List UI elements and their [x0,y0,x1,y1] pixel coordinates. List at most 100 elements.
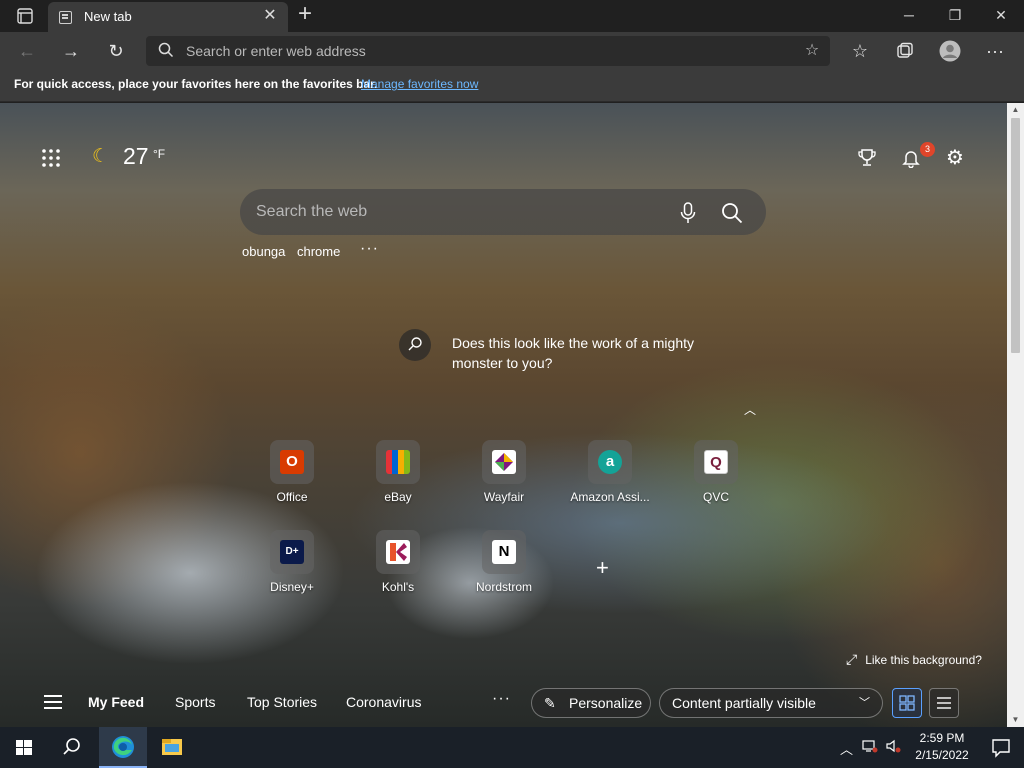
amazon-assistant-logo-icon: a [598,450,622,474]
search-history-item[interactable]: chrome [297,244,340,259]
clock-date: 2/15/2022 [915,748,969,762]
list-layout-button[interactable] [929,688,959,718]
scrollbar-thumb[interactable] [1011,118,1020,353]
volume-muted-icon[interactable] [886,739,902,756]
taskbar-search-icon[interactable] [48,727,96,768]
tab-actions-menu-icon[interactable] [10,6,38,26]
feed-tab-coronavirus[interactable]: Coronavirus [346,694,421,710]
favorites-bar-message: For quick access, place your favorites h… [14,77,378,91]
new-tab-button[interactable]: + [293,2,317,27]
windows-taskbar: ︿ 2:59 PM 2/15/2022 [0,727,1024,768]
favorites-bar: For quick access, place your favorites h… [0,70,1024,102]
background-fact-text: Does this look like the work of a mighty… [452,335,694,371]
feed-menu-icon[interactable] [44,695,62,709]
personalize-label: Personalize [569,695,643,711]
feed-more-icon[interactable]: ··· [492,690,511,708]
expand-arrows-icon: ⤢ [846,651,858,667]
feed-tab-sports[interactable]: Sports [175,694,215,710]
quick-link-office[interactable]: O Office [244,440,340,520]
edge-browser-icon[interactable] [99,727,147,768]
toolbar: ← → ↻ ☆ ☆ ··· [0,32,1024,70]
content-visibility-dropdown[interactable]: Content partially visible ﹀ [659,688,883,718]
newtab-favicon-icon [59,11,72,24]
feed-tab-top-stories[interactable]: Top Stories [247,694,317,710]
weather-temperature[interactable]: 27 [123,143,149,170]
web-search-input[interactable] [256,189,656,235]
qvc-logo-icon: Q [704,450,728,474]
pencil-icon: ✎ [544,695,556,711]
app-launcher-icon[interactable] [40,147,62,169]
close-tab-icon[interactable]: ✕ [260,6,280,26]
file-explorer-icon[interactable] [148,727,196,768]
scroll-down-icon[interactable]: ▼ [1007,713,1024,727]
clock-time: 2:59 PM [919,731,965,745]
info-search-icon [399,329,431,361]
restore-button[interactable]: ❐ [932,0,978,30]
quick-link-wayfair[interactable]: Wayfair [456,440,552,520]
collapse-chevron-up-icon[interactable]: ︿ [744,401,756,418]
moon-icon[interactable]: ☾ [92,145,109,168]
nordstrom-logo-icon: N [492,540,516,564]
scroll-up-icon[interactable]: ▲ [1007,103,1024,117]
page-scrollbar[interactable]: ▲ ▼ [1007,103,1024,727]
search-history-item[interactable]: obunga [242,244,285,259]
search-submit-icon[interactable] [721,202,743,224]
microphone-icon[interactable] [678,202,698,224]
profile-avatar-icon[interactable] [935,36,965,66]
quick-link-label: Wayfair [483,490,525,504]
quick-link-label: Amazon Assi... [570,490,650,504]
feed-tab-my-feed[interactable]: My Feed [88,694,144,710]
show-hidden-icons-icon[interactable]: ︿ [840,739,853,758]
tab-title: New tab [84,9,132,24]
quick-link-kohls[interactable]: Kohl's [350,530,446,610]
action-center-icon[interactable] [978,727,1024,768]
quick-link-qvc[interactable]: Q QVC [668,440,764,520]
favorites-icon[interactable]: ☆ [845,36,875,66]
chevron-down-icon: ﹀ [859,697,870,709]
grid-layout-button[interactable] [892,688,922,718]
wayfair-logo-icon [492,450,516,474]
quick-link-amazon-assistant[interactable]: a Amazon Assi... [562,440,658,520]
system-clock[interactable]: 2:59 PM 2/15/2022 [906,730,978,764]
personalize-button[interactable]: ✎ Personalize [531,688,651,718]
search-history-more-icon[interactable]: ··· [360,240,379,258]
quick-link-label: QVC [702,490,729,504]
quick-link-ebay[interactable]: eBay [350,440,446,520]
news-feed-bar: My Feed Sports Top Stories Coronavirus ·… [0,679,1007,727]
windows-start-icon[interactable] [0,727,48,768]
kohls-logo-icon [386,540,410,564]
forward-icon[interactable]: → [56,36,86,66]
search-icon [158,42,174,58]
address-input[interactable] [186,36,786,66]
quick-link-label: Kohl's [381,580,415,594]
title-bar: New tab ✕ + ─ ❐ ✕ [0,0,1024,32]
quick-link-label: Disney+ [270,580,314,594]
minimize-button[interactable]: ─ [886,0,932,30]
manage-favorites-link[interactable]: Manage favorites now [361,77,478,91]
like-background-button[interactable]: ⤢ Like this background? [846,651,982,668]
quick-link-disney-plus[interactable]: D+ Disney+ [244,530,340,610]
address-bar[interactable]: ☆ [146,36,830,66]
quick-link-label: Nordstrom [475,580,532,594]
disney-plus-logo-icon: D+ [280,540,304,564]
add-site-plus-icon[interactable]: + [596,555,609,581]
quick-link-label: eBay [384,490,412,504]
collections-icon[interactable] [890,36,920,66]
back-icon[interactable]: ← [12,36,42,66]
web-search-box[interactable] [240,189,766,235]
quick-link-nordstrom[interactable]: N Nordstrom [456,530,552,610]
page-settings-gear-icon[interactable]: ⚙ [942,145,968,171]
close-window-button[interactable]: ✕ [978,0,1024,30]
settings-more-icon[interactable]: ··· [980,36,1010,66]
notifications-count-badge: 3 [920,142,935,157]
like-background-label: Like this background? [865,653,982,667]
network-icon[interactable] [862,739,878,756]
tab-new-tab[interactable]: New tab ✕ [48,2,288,32]
refresh-icon[interactable]: ↻ [101,36,131,66]
ebay-bag-icon [386,450,410,474]
quick-link-label: Office [276,490,308,504]
content-visibility-value: Content partially visible [672,695,816,711]
add-favorite-icon[interactable]: ☆ [802,41,822,61]
office-logo-icon: O [280,450,304,474]
rewards-trophy-icon[interactable] [854,145,880,171]
